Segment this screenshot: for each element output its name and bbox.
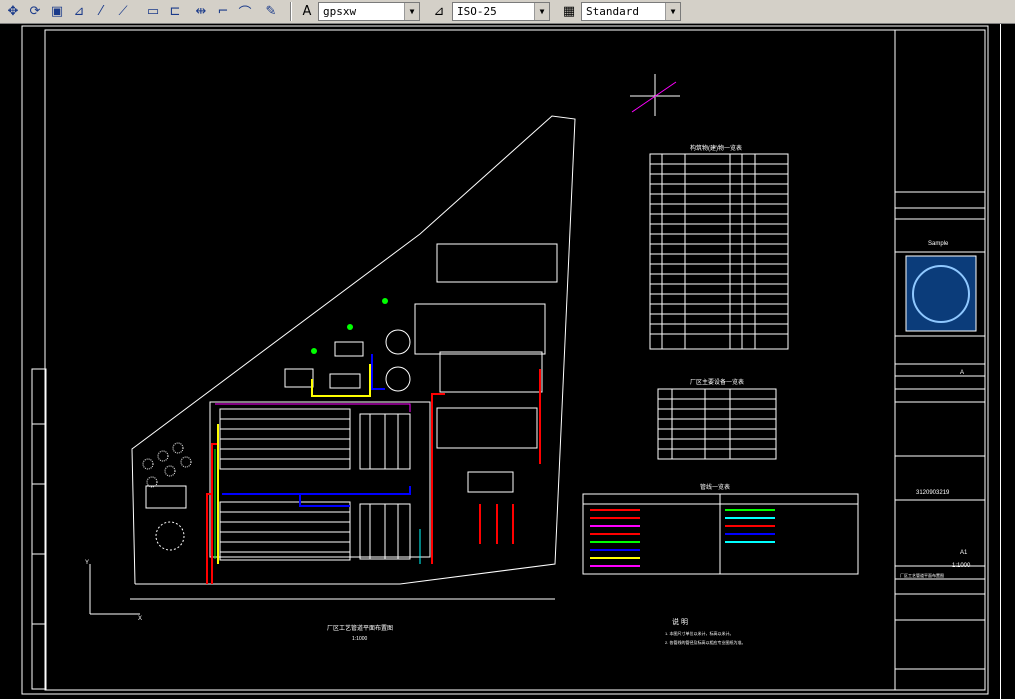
- clarifier: [385, 366, 411, 392]
- title-block-section: A: [960, 370, 964, 376]
- building-block: [414, 303, 546, 355]
- legend-title: 管线一览表: [700, 483, 730, 491]
- table-style-icon: ▦: [562, 3, 576, 19]
- text-style-value: gpsxw: [323, 5, 357, 18]
- small-building: [334, 341, 364, 357]
- site-boundary: [131, 115, 576, 585]
- structures-table-grid: [650, 154, 788, 349]
- title-block-sheet-size: A1: [960, 550, 968, 556]
- small-building: [329, 373, 361, 389]
- building-block: [439, 351, 543, 393]
- rectangle-icon[interactable]: ▭: [144, 2, 162, 20]
- ucs-icon: [89, 564, 140, 615]
- building-block: [436, 243, 558, 283]
- vertical-scrollbar[interactable]: [1000, 24, 1015, 699]
- line-icon[interactable]: ⁄: [92, 2, 110, 20]
- pan-icon[interactable]: ✥: [4, 2, 22, 20]
- extend-icon[interactable]: ⌐: [214, 2, 232, 20]
- north-arrow: [630, 60, 705, 116]
- text-style-icon: A: [302, 3, 312, 19]
- legend-table-grid: [583, 494, 858, 574]
- equipment-title: 厂区主要设备一览表: [690, 378, 744, 386]
- text-style-select[interactable]: gpsxw ▼: [318, 2, 420, 21]
- trim-icon[interactable]: ⇹: [192, 2, 210, 20]
- ucs-y-label: Y: [85, 560, 89, 566]
- measure-icon[interactable]: ⊿: [70, 2, 88, 20]
- arc-icon[interactable]: ⌒: [236, 2, 254, 21]
- drawing-canvas[interactable]: 构筑物(建)物一览表 厂区主要设备一览表 管线一览表 说 明 1. 本图尺寸单位…: [0, 24, 1015, 699]
- title-block: [894, 29, 986, 691]
- note-1: 1. 本图尺寸单位以米计，标高以米计。: [665, 630, 733, 636]
- small-building: [145, 485, 187, 509]
- title-block-drawing-no: 3120903219: [916, 490, 950, 496]
- title-block-scale: 1:1000: [952, 563, 971, 569]
- toolbar: ✥ ⟳ ▣ ⊿ ⁄ ⟋ ▭ ⊏ ⇹ ⌐ ⌒ ✎ A gpsxw ▼ ⊿ ISO-2…: [0, 0, 1015, 24]
- title-block-company: Sample: [928, 241, 949, 247]
- dim-style-icon: ⊿: [433, 3, 445, 19]
- region-icon[interactable]: ▣: [48, 2, 66, 20]
- dim-style-value: ISO-25: [457, 5, 497, 18]
- equipment-table-grid: [658, 389, 776, 459]
- table-style-select[interactable]: Standard ▼: [581, 2, 681, 21]
- polyline-icon[interactable]: ⟋: [114, 2, 132, 20]
- paint-icon[interactable]: ✎: [262, 2, 280, 20]
- sheet-frame: [21, 25, 989, 695]
- chevron-down-icon[interactable]: ▼: [665, 3, 680, 20]
- note-2: 2. 各管线的管径及标高以相应专业图纸为准。: [665, 639, 745, 645]
- trees: [142, 442, 192, 488]
- left-strip: [31, 368, 47, 690]
- clarifier: [385, 329, 411, 355]
- chevron-down-icon[interactable]: ▼: [404, 3, 419, 20]
- ucs-x-label: X: [138, 616, 142, 622]
- dim-style-select[interactable]: ISO-25 ▼: [452, 2, 550, 21]
- round-tank: [155, 521, 185, 551]
- drawing-title: 厂区工艺管道平面布置图: [327, 624, 393, 632]
- process-area-outline: [209, 401, 431, 558]
- table-style-value: Standard: [586, 5, 639, 18]
- notes-title: 说 明: [672, 617, 688, 626]
- tank-divisions: [220, 414, 399, 559]
- orbit-icon[interactable]: ⟳: [26, 2, 44, 20]
- toolbar-separator: [290, 2, 292, 21]
- tank-block: [219, 501, 351, 561]
- company-logo: [905, 255, 977, 332]
- rectangle-alt-icon[interactable]: ⊏: [166, 2, 184, 20]
- building-block: [467, 471, 514, 493]
- structures-title: 构筑物(建)物一览表: [690, 144, 742, 152]
- chevron-down-icon[interactable]: ▼: [534, 3, 549, 20]
- drawing-border: [44, 29, 986, 691]
- drawing-scale: 1:1000: [352, 636, 368, 642]
- building-block: [436, 407, 538, 449]
- title-block-project: 厂区工艺管道平面布置图: [900, 572, 944, 578]
- structures-table: 构筑物(建)物一览表: [649, 144, 789, 350]
- small-building: [284, 368, 314, 388]
